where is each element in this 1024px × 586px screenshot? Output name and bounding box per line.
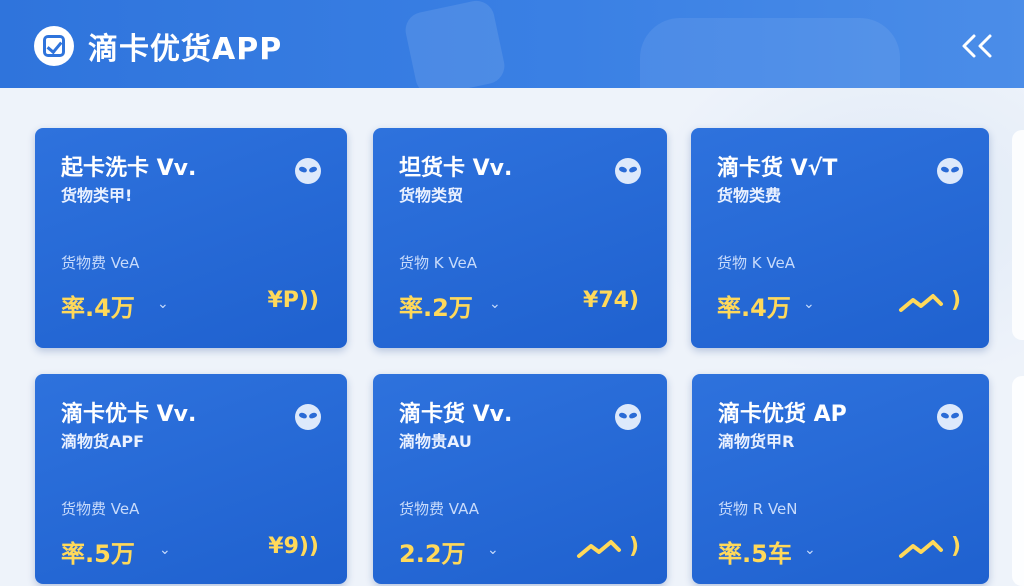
card-title: 滴卡优货 AP — [718, 402, 847, 427]
card-title: 滴卡货 V√T — [717, 156, 838, 181]
app-title: 滴卡优货APP — [88, 32, 283, 67]
card-price: ) — [950, 288, 961, 313]
chevron-down-icon[interactable]: ⌄ — [803, 296, 815, 312]
card-label: 货物 K VeA — [399, 254, 477, 272]
card-subtitle: 滴物贵AU — [399, 432, 472, 451]
cargo-card[interactable]: 滴卡货 V√T 货物类费 货物 K VeA 率.4万 ⌄ ) — [691, 128, 989, 348]
cargo-card[interactable]: 起卡洗卡 Vⅴ. 货物类甲! 货物费 VeA 率.4万 ⌄ ¥P)) — [35, 128, 347, 348]
card-label: 货物 K VeA — [717, 254, 795, 272]
cargo-card[interactable]: 滴卡优卡 Vⅴ. 滴物货APF 货物费 VeA 率.5万 ⌄ ¥9)) — [35, 374, 347, 584]
cargo-card[interactable]: 滴卡货 Vⅴ. 滴物贵AU 货物费 VAA 2.2万 ⌄ ) — [373, 374, 667, 584]
card-label: 货物 R VeN — [718, 500, 798, 518]
card-title: 滴卡货 Vⅴ. — [399, 402, 513, 427]
cargo-card[interactable]: 坦货卡 Vⅴ. 货物类贸 货物 K VeA 率.2万 ⌄ ¥74) — [373, 128, 667, 348]
chevron-down-icon[interactable]: ⌄ — [804, 542, 816, 558]
back-chevron-icon[interactable] — [956, 28, 1000, 64]
partial-card-edge — [1012, 130, 1024, 340]
app-header: 滴卡优货APP — [0, 0, 1024, 88]
card-label: 货物费 VeA — [61, 254, 140, 272]
card-amount: 率.4万 — [61, 294, 135, 322]
card-amount: 率.5万 — [61, 540, 135, 568]
card-label: 货物费 VeA — [61, 500, 140, 518]
card-amount: 率.4万 — [717, 294, 791, 322]
partial-card-edge — [1012, 376, 1024, 586]
check-badge-icon — [34, 26, 74, 66]
alien-icon — [937, 158, 963, 184]
card-price: ) — [628, 534, 639, 559]
trend-zigzag-icon — [577, 540, 621, 558]
card-amount: 率.2万 — [399, 294, 473, 322]
card-subtitle: 货物类甲! — [61, 186, 133, 205]
header-decoration — [640, 18, 900, 88]
trend-zigzag-icon — [899, 294, 943, 312]
card-subtitle: 货物类费 — [717, 186, 782, 205]
alien-icon — [615, 404, 641, 430]
cargo-card[interactable]: 滴卡优货 AP 滴物货甲R 货物 R VeN 率.5车 ⌄ ) — [692, 374, 989, 584]
card-title: 坦货卡 Vⅴ. — [399, 156, 513, 181]
card-price: ) — [950, 534, 961, 559]
chevron-down-icon[interactable]: ⌄ — [159, 542, 171, 558]
chevron-down-icon[interactable]: ⌄ — [489, 296, 501, 312]
chevron-down-icon[interactable]: ⌄ — [487, 542, 499, 558]
alien-icon — [615, 158, 641, 184]
alien-icon — [937, 404, 963, 430]
card-subtitle: 滴物货甲R — [718, 432, 795, 451]
card-amount: 2.2万 — [399, 540, 466, 568]
alien-icon — [295, 404, 321, 430]
header-decoration — [402, 0, 508, 88]
card-title: 滴卡优卡 Vⅴ. — [61, 402, 197, 427]
chevron-down-icon[interactable]: ⌄ — [157, 296, 169, 312]
alien-icon — [295, 158, 321, 184]
card-amount: 率.5车 — [718, 540, 792, 568]
card-title: 起卡洗卡 Vⅴ. — [61, 156, 197, 181]
card-price: ¥P)) — [267, 288, 319, 313]
card-subtitle: 货物类贸 — [399, 186, 464, 205]
trend-zigzag-icon — [899, 540, 943, 558]
card-price: ¥74) — [583, 288, 639, 313]
card-subtitle: 滴物货APF — [61, 432, 145, 451]
card-price: ¥9)) — [268, 534, 319, 559]
card-label: 货物费 VAA — [399, 500, 480, 518]
